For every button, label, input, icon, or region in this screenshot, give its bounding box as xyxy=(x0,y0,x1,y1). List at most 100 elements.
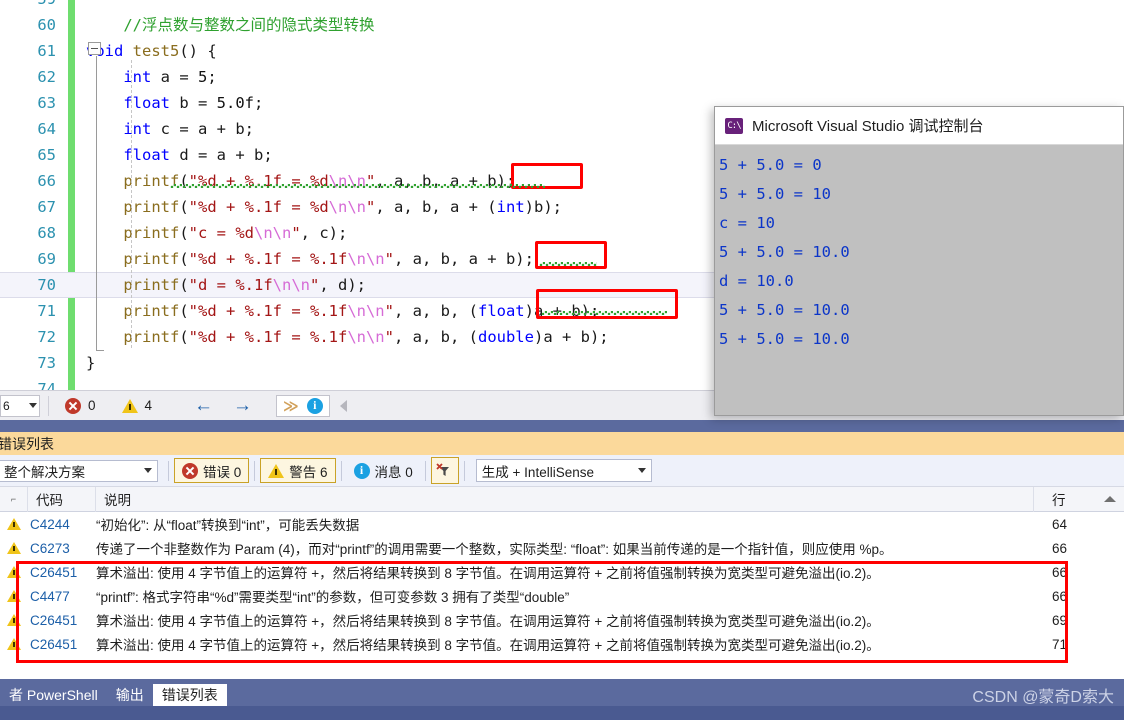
line-number: 70 xyxy=(37,276,56,294)
line-number: 74 xyxy=(37,380,56,390)
code-block-bracket-foot xyxy=(96,350,104,351)
error-list-row[interactable]: C6273 传递了一个非整数作为 Param (4)，而对“printf”的调用需… xyxy=(0,536,1124,560)
clear-filter-button[interactable] xyxy=(430,457,459,484)
status-error-count[interactable]: 0 xyxy=(65,397,96,414)
warning-icon xyxy=(7,614,21,626)
prev-issue-button[interactable]: ← xyxy=(184,396,223,415)
console-app-icon: C:\ xyxy=(725,117,743,134)
bottom-tab-errorlist[interactable]: 错误列表 xyxy=(152,684,227,706)
error-icon xyxy=(65,397,81,414)
code-text: printf("d = %.1f\n\n", d); xyxy=(86,272,366,298)
code-token: int xyxy=(123,120,152,138)
console-line: 5 + 5.0 = 10.0 xyxy=(719,301,850,319)
row-code[interactable]: C26451 xyxy=(28,565,96,580)
row-code[interactable]: C4244 xyxy=(28,517,96,532)
line-number: 72 xyxy=(37,328,56,346)
console-title-bar[interactable]: C:\ Microsoft Visual Studio 调试控制台 xyxy=(715,107,1123,145)
code-token: "%d + %.1f = %.1f xyxy=(188,250,348,268)
status-warning-count-value: 4 xyxy=(144,398,153,413)
code-token: "%d + %.1f = %d xyxy=(188,198,329,216)
warning-icon xyxy=(7,566,21,578)
column-header-code[interactable]: 代码 xyxy=(28,486,96,512)
code-token: } xyxy=(86,354,96,372)
row-severity-cell xyxy=(0,518,28,530)
code-token: )b); xyxy=(524,198,562,216)
error-list-toolbar[interactable]: 整个解决方案 错误 0 警告 6 i 消息 0 生成 + IntelliSens… xyxy=(0,455,1124,487)
row-description: 传递了一个非整数作为 Param (4)，而对“printf”的调用需要一个整数… xyxy=(96,542,893,557)
row-severity-cell xyxy=(0,542,28,554)
bottom-tab-output[interactable]: 输出 xyxy=(107,684,153,706)
next-issue-button[interactable]: → xyxy=(223,396,262,415)
panel-separator xyxy=(0,420,1124,432)
build-filter-value: 生成 + IntelliSense xyxy=(481,464,594,480)
line-number: 69 xyxy=(37,250,56,268)
row-description: 算术溢出: 使用 4 字节值上的运算符 +，然后将结果转换到 8 字节值。在调用… xyxy=(96,566,880,581)
row-code[interactable]: C6273 xyxy=(28,541,96,556)
error-list-row[interactable]: C26451 算术溢出: 使用 4 字节值上的运算符 +，然后将结果转换到 8 字… xyxy=(0,560,1124,584)
warning-icon xyxy=(121,398,138,413)
column-header-line[interactable]: 行 xyxy=(1034,487,1124,512)
code-token: ; xyxy=(254,94,264,112)
code-text: } xyxy=(86,350,95,376)
code-token: " xyxy=(384,250,394,268)
row-severity-cell xyxy=(0,614,28,626)
filter-warnings-button[interactable]: 警告 6 xyxy=(260,458,336,483)
code-text: float d = a + b; xyxy=(86,142,273,168)
code-token: "%d + %.1f = %.1f xyxy=(188,328,348,346)
code-line[interactable]: 61 void test5() { xyxy=(0,38,1124,64)
code-text: printf("%d + %.1f = %d\n\n", a, b, a + b… xyxy=(86,168,515,194)
scope-dropdown[interactable]: 整个解决方案 xyxy=(0,459,158,482)
status-warning-count[interactable]: 4 xyxy=(121,398,153,413)
code-token: d = a + b; xyxy=(170,146,273,164)
zoom-level-value: 6 xyxy=(3,398,10,413)
code-token: \n\n xyxy=(254,224,292,242)
zoom-level-selector[interactable]: 6 xyxy=(0,394,40,417)
scroll-left-icon[interactable] xyxy=(339,399,347,412)
code-token: ( xyxy=(179,198,189,216)
code-token: ( xyxy=(179,276,189,294)
console-title-text: Microsoft Visual Studio 调试控制台 xyxy=(752,118,984,135)
error-list-header[interactable]: ⌐ 代码 说明 行 xyxy=(0,486,1124,512)
issue-nav-group[interactable]: ≫ i xyxy=(276,394,330,417)
error-list-body[interactable]: C4244 “初始化”: 从“float”转换到“int”，可能丢失数据 64 C62… xyxy=(0,512,1124,679)
filter-messages-button[interactable]: i 消息 0 xyxy=(347,458,420,483)
filter-errors-button[interactable]: 错误 0 xyxy=(174,458,250,483)
chevron-double-right-icon[interactable]: ≫ xyxy=(283,397,299,415)
code-line[interactable]: 62 int a = 5; xyxy=(0,64,1124,90)
row-line-number: 66 xyxy=(1052,564,1068,580)
console-line: d = 10.0 xyxy=(719,272,794,290)
line-number: 63 xyxy=(37,94,56,112)
code-token: b = xyxy=(170,94,217,112)
row-code[interactable]: C26451 xyxy=(28,637,96,652)
code-text: void test5() { xyxy=(86,38,217,64)
toolbar-divider xyxy=(340,460,342,481)
line-number: 71 xyxy=(37,302,56,320)
code-token: \n\n xyxy=(347,302,385,320)
collapse-toggle-icon[interactable] xyxy=(88,42,101,55)
code-token: int xyxy=(123,68,152,86)
code-line[interactable]: 60 //浮点数与整数之间的隐式类型转换 xyxy=(0,12,1124,38)
row-code[interactable]: C26451 xyxy=(28,613,96,628)
row-code[interactable]: C4477 xyxy=(28,589,96,604)
error-list-row[interactable]: C26451 算术溢出: 使用 4 字节值上的运算符 +，然后将结果转换到 8 字… xyxy=(0,608,1124,632)
line-number: 60 xyxy=(37,16,56,34)
code-text: printf("%d + %.1f = %d\n\n", a, b, a + (… xyxy=(86,194,562,220)
code-text: printf("%d + %.1f = %.1f\n\n", a, b, (do… xyxy=(86,324,608,350)
column-header-severity[interactable]: ⌐ xyxy=(0,486,28,512)
line-number: 73 xyxy=(37,354,56,372)
code-token: c = a + b; xyxy=(151,120,254,138)
bottom-tab-powershell[interactable]: 者 PowerShell xyxy=(0,684,107,706)
error-list-row[interactable]: C26451 算术溢出: 使用 4 字节值上的运算符 +，然后将结果转换到 8 字… xyxy=(0,632,1124,656)
code-token: a = xyxy=(151,68,198,86)
build-filter-dropdown[interactable]: 生成 + IntelliSense xyxy=(475,459,652,482)
column-header-description[interactable]: 说明 xyxy=(96,486,1034,512)
error-list-row[interactable]: C4244 “初始化”: 从“float”转换到“int”，可能丢失数据 64 xyxy=(0,512,1124,536)
console-output[interactable]: 5 + 5.0 = 0 5 + 5.0 = 10 c = 10 5 + 5.0 = 1… xyxy=(715,145,1123,415)
info-icon[interactable]: i xyxy=(306,397,323,414)
code-text: printf("%d + %.1f = %.1f\n\n", a, b, a +… xyxy=(86,246,534,272)
error-list-row[interactable]: C4477 “printf”: 格式字符串“%d”需要类型“int”的参数，但可变… xyxy=(0,584,1124,608)
debug-console-window[interactable]: C:\ Microsoft Visual Studio 调试控制台 5 + 5.… xyxy=(714,106,1124,416)
bottom-tab-bar[interactable]: 者 PowerShell 输出 错误列表 xyxy=(0,679,1124,706)
code-token: " xyxy=(310,276,320,294)
